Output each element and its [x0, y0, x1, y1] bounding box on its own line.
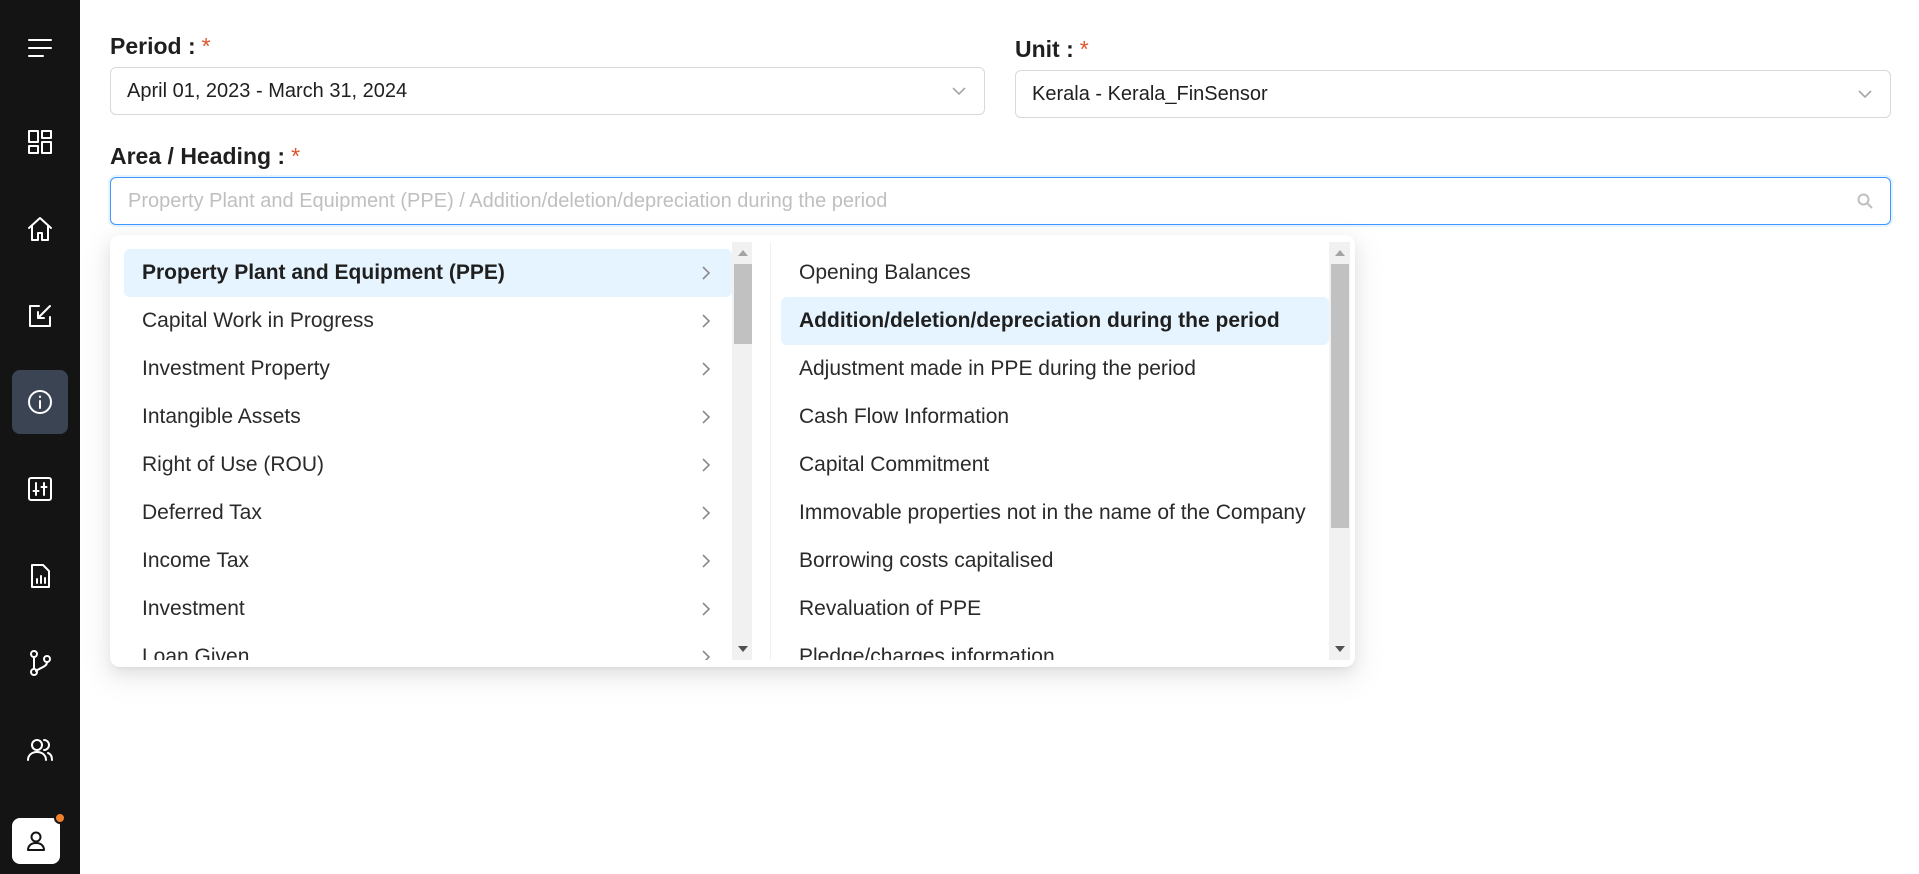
period-label-text: Period :: [110, 33, 196, 59]
chevron-down-icon: [952, 87, 966, 96]
sidebar-item-users[interactable]: [12, 718, 68, 782]
menu-toggle-button[interactable]: [12, 16, 68, 80]
chevron-right-icon: [702, 314, 711, 328]
unit-label: Unit : *: [1015, 36, 1089, 63]
sidebar-item-dashboard[interactable]: [12, 110, 68, 174]
chevron-down-icon: [1858, 90, 1872, 99]
sidebar-item-settings[interactable]: [12, 457, 68, 521]
cascader-option[interactable]: Deferred Tax: [124, 489, 732, 537]
scrollbar-thumb[interactable]: [1331, 264, 1349, 528]
chevron-right-icon: [702, 506, 711, 520]
cascader-option-label: Deferred Tax: [142, 501, 262, 524]
cascader-option[interactable]: Opening Balances: [781, 249, 1329, 297]
sidebar-item-info[interactable]: [12, 370, 68, 434]
cascader-option-label: Investment: [142, 597, 245, 620]
cascader-option-label: Capital Work in Progress: [142, 309, 374, 332]
required-mark: *: [1079, 36, 1089, 62]
cascader-option-label: Cash Flow Information: [799, 405, 1010, 428]
sidebar-item-edit[interactable]: [12, 284, 68, 348]
cascader-option-label: Addition/deletion/depreciation during th…: [799, 309, 1280, 332]
cascader-option[interactable]: Immovable properties not in the name of …: [781, 489, 1329, 537]
cascader-option[interactable]: Pledge/charges information: [781, 633, 1329, 660]
sidebar-item-reports[interactable]: [12, 544, 68, 608]
edit-icon: [29, 305, 51, 327]
area-heading-search-input[interactable]: [128, 189, 1856, 213]
unit-select[interactable]: Kerala - Kerala_FinSensor: [1015, 70, 1891, 118]
branch-icon: [30, 650, 51, 676]
unit-value: Kerala - Kerala_FinSensor: [1032, 82, 1268, 105]
profile-button[interactable]: [12, 818, 60, 864]
period-value: April 01, 2023 - March 31, 2024: [127, 79, 408, 102]
cascader-option-label: Property Plant and Equipment (PPE): [142, 261, 505, 284]
dashboard-icon: [28, 130, 52, 154]
cascader-option[interactable]: Adjustment made in PPE during the period: [781, 345, 1329, 393]
level1-scrollbar[interactable]: [732, 242, 752, 660]
scroll-up-arrow-icon[interactable]: [1335, 250, 1345, 256]
sidebar: [0, 0, 80, 874]
chevron-right-icon: [702, 458, 711, 472]
scroll-down-arrow-icon[interactable]: [738, 646, 748, 652]
period-label: Period : *: [110, 33, 211, 60]
unit-label-text: Unit :: [1015, 36, 1074, 62]
chevron-right-icon: [702, 410, 711, 424]
cascader-option-label: Opening Balances: [799, 261, 971, 284]
scroll-up-arrow-icon[interactable]: [738, 250, 748, 256]
cascader-option-label: Adjustment made in PPE during the period: [799, 357, 1196, 380]
sliders-icon: [28, 477, 52, 501]
scrollbar-thumb[interactable]: [734, 264, 752, 344]
level2-scrollbar[interactable]: [1329, 242, 1350, 660]
cascader-option-label: Intangible Assets: [142, 405, 301, 428]
cascader-option[interactable]: Right of Use (ROU): [124, 441, 732, 489]
chevron-right-icon: [702, 266, 711, 280]
sidebar-item-home[interactable]: [12, 197, 68, 261]
area-heading-label-text: Area / Heading :: [110, 143, 286, 169]
cascader-option[interactable]: Revaluation of PPE: [781, 585, 1329, 633]
cascader-option[interactable]: Capital Commitment: [781, 441, 1329, 489]
area-heading-label: Area / Heading : *: [110, 143, 300, 170]
period-select[interactable]: April 01, 2023 - March 31, 2024: [110, 67, 985, 115]
cascader-option[interactable]: Loan Given: [124, 633, 732, 660]
cascader-option[interactable]: Property Plant and Equipment (PPE): [124, 249, 732, 297]
cascader-option-label: Investment Property: [142, 357, 330, 380]
cascader-menu-level2: Opening Balances Addition/deletion/deprec…: [770, 242, 1350, 660]
chevron-right-icon: [702, 362, 711, 376]
home-icon: [28, 217, 52, 241]
cascader-option-label: Revaluation of PPE: [799, 597, 982, 620]
cascader-option[interactable]: Investment Property: [124, 345, 732, 393]
cascader-option[interactable]: Cash Flow Information: [781, 393, 1329, 441]
scroll-down-arrow-icon[interactable]: [1335, 646, 1345, 652]
search-icon: [1857, 193, 1873, 209]
sidebar-item-workflow[interactable]: [12, 631, 68, 695]
cascader-option-label: Right of Use (ROU): [142, 453, 325, 476]
user-icon: [27, 831, 45, 851]
menu-icon: [28, 39, 52, 57]
cascader-option[interactable]: Borrowing costs capitalised: [781, 537, 1329, 585]
cascader-option[interactable]: Intangible Assets: [124, 393, 732, 441]
chevron-right-icon: [702, 602, 711, 616]
required-mark: *: [291, 143, 301, 169]
chevron-right-icon: [702, 650, 711, 660]
report-icon: [31, 564, 50, 588]
area-heading-cascader[interactable]: [110, 177, 1891, 225]
level2-list: Opening Balances Addition/deletion/deprec…: [781, 242, 1329, 660]
cascader-menu-level1: Property Plant and Equipment (PPE) Capita…: [124, 242, 752, 660]
notification-dot: [54, 812, 66, 824]
level1-list: Property Plant and Equipment (PPE) Capita…: [124, 242, 732, 660]
cascader-option-label: Income Tax: [142, 549, 249, 572]
cascader-option-label: Pledge/charges information: [799, 645, 1055, 660]
cascader-dropdown: Property Plant and Equipment (PPE) Capita…: [110, 235, 1355, 667]
cascader-option[interactable]: Addition/deletion/depreciation during th…: [781, 297, 1329, 345]
cascader-option[interactable]: Capital Work in Progress: [124, 297, 732, 345]
cascader-option-label: Borrowing costs capitalised: [799, 549, 1054, 572]
cascader-option[interactable]: Investment: [124, 585, 732, 633]
cascader-option-label: Capital Commitment: [799, 453, 990, 476]
cascader-option[interactable]: Income Tax: [124, 537, 732, 585]
cascader-option-label: Immovable properties not in the name of …: [799, 501, 1306, 524]
required-mark: *: [201, 33, 211, 59]
cascader-option-label: Loan Given: [142, 645, 250, 660]
users-icon: [27, 739, 53, 761]
chevron-right-icon: [702, 554, 711, 568]
info-icon: [28, 390, 52, 414]
